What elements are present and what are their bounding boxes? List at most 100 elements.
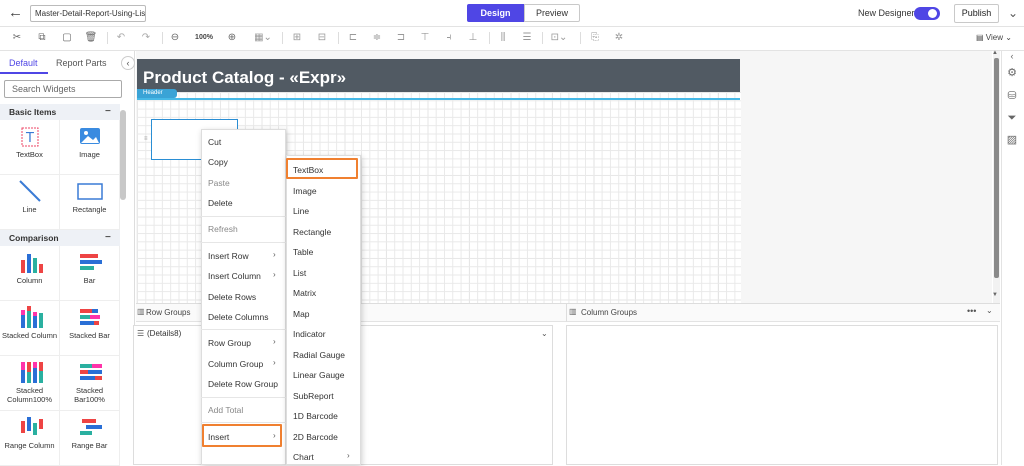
widget-textbox[interactable]: T TextBox (0, 120, 60, 175)
settings-small-icon[interactable]: ✲ (612, 30, 626, 46)
align-bottom-icon[interactable]: ⊥ (466, 30, 480, 46)
submenu-item-subreport[interactable]: SubReport (293, 391, 334, 401)
widget-range-column[interactable]: Range Column (0, 411, 60, 466)
column-groups-list (566, 325, 998, 465)
menu-item-row-group[interactable]: Row Group (208, 338, 251, 348)
format-dropdown-icon[interactable]: ▦⌄ (252, 30, 274, 46)
collapse-panel-button[interactable]: ‹ (121, 56, 135, 70)
report-name-input[interactable]: Master-Detail-Report-Using-Lis (30, 5, 146, 22)
menu-item-column-group[interactable]: Column Group (208, 359, 263, 369)
gear-icon[interactable]: ⚙ (1003, 65, 1021, 81)
menu-item-insert-row[interactable]: Insert Row (208, 251, 249, 261)
submenu-item-line[interactable]: Line (293, 206, 309, 216)
hamburger-icon[interactable]: ☰ (137, 329, 144, 338)
widget-stacked-bar[interactable]: Stacked Bar (60, 301, 120, 356)
submenu-item-chart[interactable]: Chart (293, 452, 314, 462)
align-middle-icon[interactable]: ⫞ (442, 30, 456, 46)
distribute-v-icon[interactable]: ☰ (520, 30, 534, 46)
section-comparison[interactable]: Comparison (0, 230, 120, 246)
scroll-up-icon[interactable]: ▲ (992, 50, 998, 56)
section-basic-items[interactable]: Basic Items (0, 104, 120, 120)
search-widgets-input[interactable]: Search Widgets (4, 80, 122, 98)
zoom-out-icon[interactable]: ⊖ (168, 30, 182, 46)
submenu-item-image[interactable]: Image (293, 186, 317, 196)
widget-image[interactable]: Image (60, 120, 120, 175)
tab-preview[interactable]: Preview (524, 4, 580, 22)
widget-range-bar[interactable]: Range Bar (60, 411, 120, 466)
rectangle-icon (77, 183, 103, 200)
align-center-icon[interactable]: ≑ (370, 30, 384, 46)
paste-icon[interactable]: ▢ (60, 30, 74, 46)
delete-icon[interactable]: 🗑 (84, 30, 98, 46)
cut-icon[interactable]: ✂ (10, 30, 24, 46)
menu-divider (201, 397, 286, 398)
toolbar-divider (489, 32, 490, 44)
tab-design[interactable]: Design (467, 4, 524, 22)
widget-column[interactable]: Column (0, 246, 60, 301)
menu-item-add-total[interactable]: Add Total (208, 405, 243, 415)
merge-cells-icon[interactable]: ⊞ (290, 30, 304, 46)
menu-item-delete[interactable]: Delete (208, 198, 233, 208)
redo-icon[interactable]: ↷ (139, 30, 153, 46)
canvas-scrollbar-thumb[interactable] (994, 58, 999, 278)
submenu-item-list[interactable]: List (293, 268, 306, 278)
more-options-icon[interactable]: ••• (967, 306, 976, 316)
collapse-right-icon[interactable]: ‹ (1003, 48, 1021, 64)
filter-icon[interactable]: ⏷ (1003, 110, 1021, 126)
submenu-item-2d-barcode[interactable]: 2D Barcode (293, 432, 338, 442)
format-painter-icon[interactable]: ⎘ (588, 30, 602, 46)
menu-item-copy[interactable]: Copy (208, 157, 228, 167)
submenu-item-linear-gauge[interactable]: Linear Gauge (293, 370, 345, 380)
toolbar-divider (162, 32, 163, 44)
menu-item-insert-column[interactable]: Insert Column (208, 271, 261, 281)
textbox-icon: T (21, 127, 39, 147)
align-right-icon[interactable]: ⊐ (394, 30, 408, 46)
submenu-item-map[interactable]: Map (293, 309, 310, 319)
row-group-chevron-icon[interactable]: ⌄ (541, 329, 548, 338)
scroll-down-icon[interactable]: ▼ (992, 292, 998, 298)
back-arrow-icon[interactable]: ← (8, 5, 24, 21)
menu-item-delete-row-group[interactable]: Delete Row Group (208, 379, 278, 389)
zoom-in-icon[interactable]: ⊕ (225, 30, 239, 46)
submenu-item-indicator[interactable]: Indicator (293, 329, 326, 339)
collapse-basic-items-icon[interactable]: − (105, 104, 111, 120)
widget-line[interactable]: Line (0, 175, 60, 230)
widget-stacked-bar-100[interactable]: Stacked Bar100% (60, 356, 120, 411)
split-cells-icon[interactable]: ⊟ (315, 30, 329, 46)
size-dropdown-icon[interactable]: ⊡⌄ (548, 30, 570, 46)
expand-groups-icon[interactable]: ⌄ (986, 306, 993, 315)
distribute-h-icon[interactable]: ⫼ (496, 30, 510, 46)
align-left-icon[interactable]: ⊏ (346, 30, 360, 46)
database-icon[interactable]: ⛁ (1003, 88, 1021, 104)
copy-icon[interactable]: ⧉ (35, 30, 49, 46)
collapse-comparison-icon[interactable]: − (105, 230, 111, 246)
drag-handle-icon[interactable]: ≡ (144, 136, 148, 142)
submenu-item-matrix[interactable]: Matrix (293, 288, 316, 298)
stacked-bar-icon (80, 309, 100, 325)
submenu-item-rectangle[interactable]: Rectangle (293, 227, 331, 237)
align-top-icon[interactable]: ⊤ (418, 30, 432, 46)
widget-stacked-column-100[interactable]: Stacked Column100% (0, 356, 60, 411)
report-title[interactable]: Product Catalog - «Expr» (143, 68, 346, 88)
menu-item-delete-columns[interactable]: Delete Columns (208, 312, 268, 322)
widget-bar[interactable]: Bar (60, 246, 120, 301)
image-manager-icon[interactable]: ▨ (1003, 132, 1021, 148)
widget-stacked-column[interactable]: Stacked Column (0, 301, 60, 356)
zoom-level[interactable]: 100% (190, 30, 218, 46)
submenu-item-1d-barcode[interactable]: 1D Barcode (293, 411, 338, 421)
tab-default[interactable]: Default (9, 58, 38, 68)
more-dropdown-icon[interactable]: ⌄ (1008, 6, 1018, 20)
menu-item-paste[interactable]: Paste (208, 178, 230, 188)
panel-scrollbar[interactable] (120, 110, 126, 200)
publish-button[interactable]: Publish (954, 4, 999, 23)
undo-icon[interactable]: ↶ (114, 30, 128, 46)
view-dropdown[interactable]: ▤ View ⌄ (976, 33, 1012, 42)
submenu-item-table[interactable]: Table (293, 247, 313, 257)
menu-item-delete-rows[interactable]: Delete Rows (208, 292, 256, 302)
menu-item-cut[interactable]: Cut (208, 137, 221, 147)
menu-item-refresh[interactable]: Refresh (208, 224, 238, 234)
submenu-item-radial-gauge[interactable]: Radial Gauge (293, 350, 345, 360)
tab-report-parts[interactable]: Report Parts (56, 58, 107, 68)
row-group-item[interactable]: (Details8) (147, 329, 181, 338)
widget-rectangle[interactable]: Rectangle (60, 175, 120, 230)
